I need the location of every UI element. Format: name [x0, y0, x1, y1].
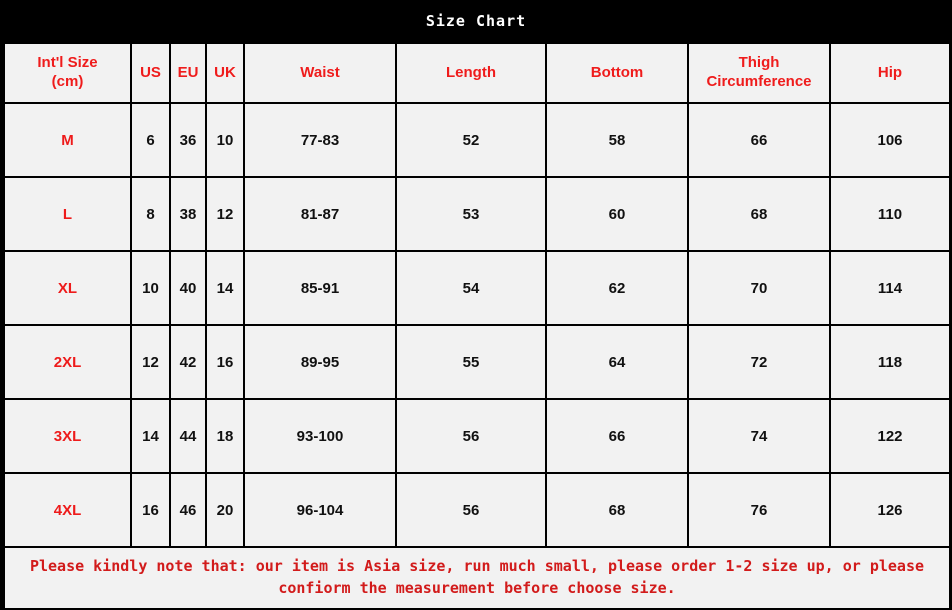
cell-waist: 77-83: [243, 102, 397, 178]
column-header-eu: EU: [169, 42, 207, 104]
cell-thigh: 76: [687, 472, 831, 548]
header-row: Int'l Size (cm) US EU UK Waist Length Bo…: [3, 42, 951, 104]
table-header: Int'l Size (cm) US EU UK Waist Length Bo…: [3, 42, 951, 104]
cell-waist: 81-87: [243, 176, 397, 252]
cell-bottom: 68: [545, 472, 689, 548]
column-header-thigh-circumference: Thigh Circumference: [687, 42, 831, 104]
table-row: L 8 38 12 81-87 53 60 68 110: [3, 176, 951, 252]
cell-uk: 18: [205, 398, 245, 474]
table-row: M 6 36 10 77-83 52 58 66 106: [3, 102, 951, 178]
column-header-hip: Hip: [829, 42, 951, 104]
cell-eu: 42: [169, 324, 207, 400]
cell-thigh: 72: [687, 324, 831, 400]
table-row: 4XL 16 46 20 96-104 56 68 76 126: [3, 472, 951, 548]
table-footer: Please kindly note that: our item is Asi…: [3, 546, 951, 610]
size-note: Please kindly note that: our item is Asi…: [3, 546, 951, 610]
table-body: M 6 36 10 77-83 52 58 66 106 L 8 38 12 8…: [3, 102, 951, 548]
cell-us: 6: [130, 102, 171, 178]
table-row: XL 10 40 14 85-91 54 62 70 114: [3, 250, 951, 326]
cell-us: 8: [130, 176, 171, 252]
column-header-us: US: [130, 42, 171, 104]
cell-size: 2XL: [3, 324, 132, 400]
cell-bottom: 58: [545, 102, 689, 178]
column-header-thigh-line2: Circumference: [706, 73, 812, 90]
column-header-thigh-line1: Thigh: [738, 54, 780, 72]
cell-eu: 44: [169, 398, 207, 474]
cell-eu: 40: [169, 250, 207, 326]
cell-us: 10: [130, 250, 171, 326]
column-header-intl-size-line1: Int'l Size: [37, 54, 98, 72]
cell-waist: 85-91: [243, 250, 397, 326]
note-row: Please kindly note that: our item is Asi…: [3, 546, 951, 610]
cell-bottom: 64: [545, 324, 689, 400]
cell-bottom: 60: [545, 176, 689, 252]
cell-us: 16: [130, 472, 171, 548]
column-header-intl-size: Int'l Size (cm): [3, 42, 132, 104]
column-header-bottom: Bottom: [545, 42, 689, 104]
cell-uk: 14: [205, 250, 245, 326]
column-header-length: Length: [395, 42, 547, 104]
table-row: 3XL 14 44 18 93-100 56 66 74 122: [3, 398, 951, 474]
cell-size: L: [3, 176, 132, 252]
cell-hip: 110: [829, 176, 951, 252]
cell-thigh: 68: [687, 176, 831, 252]
column-header-uk: UK: [205, 42, 245, 104]
cell-hip: 118: [829, 324, 951, 400]
column-header-intl-size-line2: (cm): [51, 73, 84, 90]
table-row: 2XL 12 42 16 89-95 55 64 72 118: [3, 324, 951, 400]
column-header-waist: Waist: [243, 42, 397, 104]
cell-uk: 12: [205, 176, 245, 252]
cell-length: 55: [395, 324, 547, 400]
cell-length: 54: [395, 250, 547, 326]
size-chart-table-wrapper: Int'l Size (cm) US EU UK Waist Length Bo…: [3, 42, 951, 610]
cell-bottom: 62: [545, 250, 689, 326]
cell-waist: 96-104: [243, 472, 397, 548]
cell-thigh: 70: [687, 250, 831, 326]
cell-length: 53: [395, 176, 547, 252]
cell-uk: 10: [205, 102, 245, 178]
cell-us: 12: [130, 324, 171, 400]
size-chart-table: Int'l Size (cm) US EU UK Waist Length Bo…: [3, 42, 951, 610]
cell-bottom: 66: [545, 398, 689, 474]
cell-hip: 126: [829, 472, 951, 548]
cell-waist: 89-95: [243, 324, 397, 400]
page-title: Size Chart: [425, 12, 527, 30]
cell-size: XL: [3, 250, 132, 326]
cell-length: 52: [395, 102, 547, 178]
size-note-line2: confiorm the measurement before choose s…: [278, 579, 676, 597]
cell-thigh: 66: [687, 102, 831, 178]
cell-us: 14: [130, 398, 171, 474]
cell-size: 4XL: [3, 472, 132, 548]
cell-eu: 38: [169, 176, 207, 252]
cell-eu: 46: [169, 472, 207, 548]
cell-length: 56: [395, 398, 547, 474]
cell-hip: 114: [829, 250, 951, 326]
size-note-line1: Please kindly note that: our item is Asi…: [29, 557, 925, 576]
size-chart-page: Size Chart Int'l Size (cm) US EU UK Wais…: [0, 0, 952, 610]
cell-size: M: [3, 102, 132, 178]
cell-waist: 93-100: [243, 398, 397, 474]
cell-thigh: 74: [687, 398, 831, 474]
cell-uk: 16: [205, 324, 245, 400]
cell-hip: 106: [829, 102, 951, 178]
cell-eu: 36: [169, 102, 207, 178]
cell-uk: 20: [205, 472, 245, 548]
cell-length: 56: [395, 472, 547, 548]
cell-size: 3XL: [3, 398, 132, 474]
cell-hip: 122: [829, 398, 951, 474]
